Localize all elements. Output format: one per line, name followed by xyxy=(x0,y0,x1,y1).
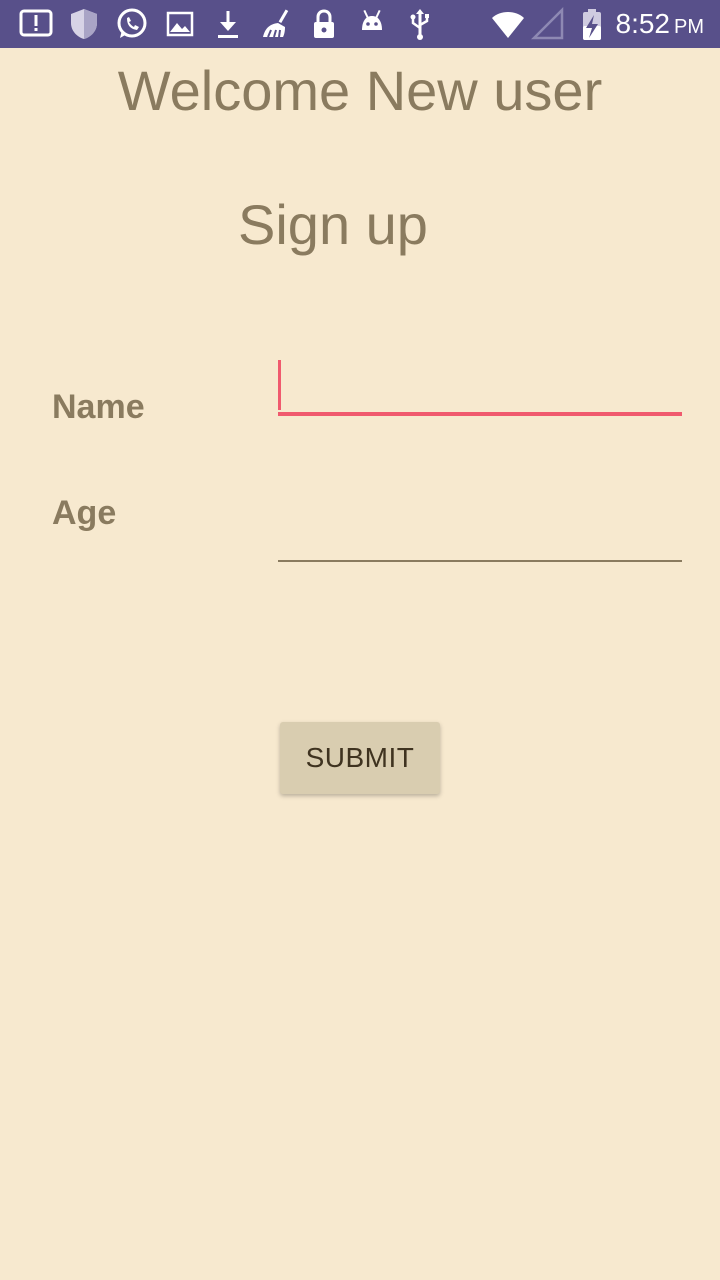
name-input[interactable] xyxy=(278,356,682,416)
battery-charging-icon xyxy=(574,6,610,42)
age-label: Age xyxy=(52,494,117,532)
name-label: Name xyxy=(52,388,145,426)
image-icon xyxy=(162,6,198,42)
shield-icon xyxy=(66,6,102,42)
whatsapp-icon xyxy=(114,6,150,42)
signal-icon xyxy=(530,6,566,42)
text-cursor xyxy=(278,360,281,410)
status-time: 8:52 PM xyxy=(615,8,705,39)
welcome-title: Welcome New user xyxy=(117,59,603,122)
lock-icon xyxy=(306,6,342,42)
android-icon xyxy=(354,6,390,42)
submit-button[interactable]: SUBMIT xyxy=(280,722,440,794)
signup-heading: Sign up xyxy=(238,193,428,256)
age-input[interactable] xyxy=(278,504,682,562)
wifi-icon xyxy=(490,6,526,42)
usb-icon xyxy=(402,6,438,42)
status-bar: 8:52 PM xyxy=(0,0,720,48)
cleaner-icon xyxy=(258,6,294,42)
alert-icon xyxy=(18,6,54,42)
download-icon xyxy=(210,6,246,42)
